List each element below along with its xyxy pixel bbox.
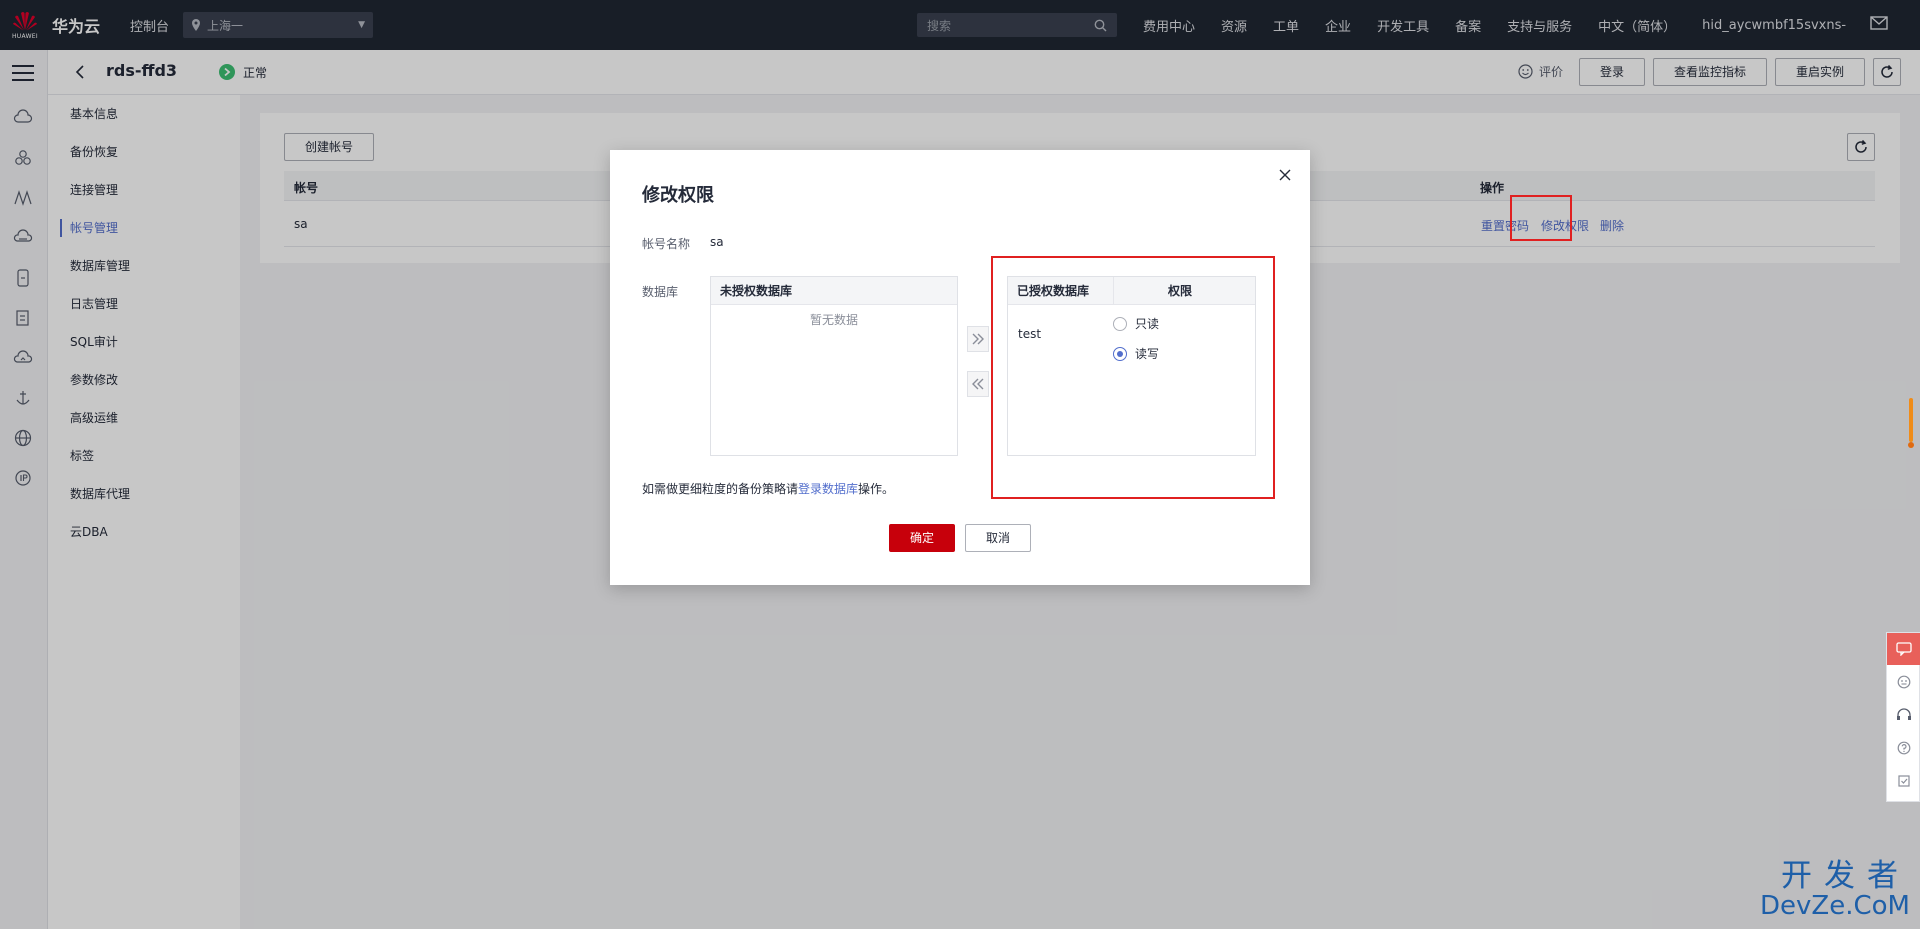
devze-watermark: 开发者 DevZe.CoM (1760, 860, 1910, 922)
login-database-link[interactable]: 登录数据库 (798, 482, 858, 496)
help-icon (1897, 741, 1911, 754)
cancel-button[interactable]: 取消 (965, 524, 1031, 552)
note-prefix: 如需做更细粒度的备份策略请 (642, 482, 799, 496)
double-chevron-right-icon (972, 333, 984, 345)
annotation-highlight-modify-link (1510, 195, 1572, 241)
dialog-title: 修改权限 (642, 185, 714, 206)
move-left-button[interactable] (967, 371, 989, 397)
login-db-note: 如需做更细粒度的备份策略请登录数据库操作。 (642, 480, 894, 497)
assistant-button[interactable] (1887, 665, 1920, 698)
robot-icon (1897, 675, 1911, 688)
move-right-button[interactable] (967, 326, 989, 352)
floating-toolbar (1886, 632, 1920, 802)
chat-icon (1896, 642, 1912, 656)
modify-permissions-dialog: 修改权限 帐号名称 sa 数据库 未授权数据库 暂无数据 已授权数据库 权限 t… (610, 150, 1310, 585)
close-icon[interactable] (1278, 168, 1292, 182)
database-label: 数据库 (642, 285, 679, 299)
double-chevron-left-icon (972, 378, 984, 390)
account-name-label: 帐号名称 (642, 237, 691, 251)
unauthorized-db-list: 未授权数据库 暂无数据 (710, 276, 958, 456)
empty-state: 暂无数据 (809, 313, 858, 327)
checklist-icon (1898, 774, 1910, 787)
scroll-indicator[interactable] (1908, 398, 1914, 450)
help-button[interactable] (1887, 731, 1920, 764)
confirm-button[interactable]: 确定 (889, 524, 955, 552)
account-name-value: sa (710, 235, 724, 249)
watermark-top: 开发者 (1781, 858, 1910, 894)
headset-icon (1897, 707, 1911, 720)
watermark-bottom: DevZe.CoM (1760, 891, 1910, 921)
note-suffix: 操作。 (858, 482, 895, 496)
annotation-highlight-authorized (991, 256, 1275, 499)
feedback-button[interactable] (1887, 633, 1920, 665)
unauthorized-db-header: 未授权数据库 (711, 277, 957, 305)
checklist-button[interactable] (1887, 764, 1920, 797)
support-button[interactable] (1887, 698, 1920, 731)
